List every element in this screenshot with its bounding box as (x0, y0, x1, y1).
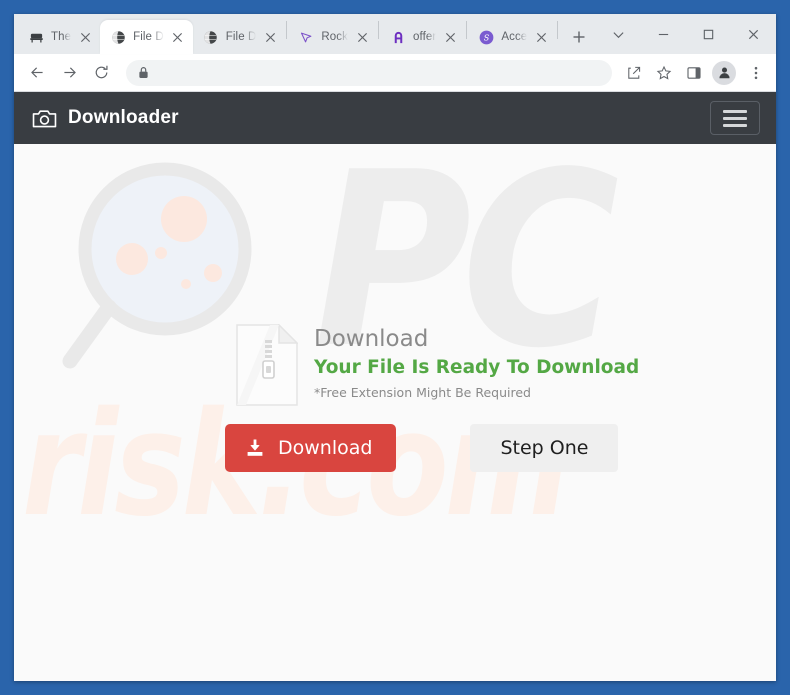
lock-icon (138, 66, 149, 79)
arrow-left-icon[interactable] (22, 58, 52, 88)
maximize-icon[interactable] (686, 14, 731, 54)
tab-title: File D (225, 31, 257, 43)
new-tab-button[interactable] (565, 23, 593, 51)
tab-close-icon[interactable] (442, 29, 458, 45)
browser-tab-3[interactable]: File D (193, 20, 286, 54)
tab-search-chevron-down-icon[interactable] (596, 14, 641, 54)
letter-a-icon (390, 29, 406, 45)
zip-file-icon (236, 323, 299, 406)
arrow-right-icon[interactable] (54, 58, 84, 88)
globe-icon (203, 29, 219, 45)
close-icon[interactable] (731, 14, 776, 54)
browser-tab-2[interactable]: File D (100, 20, 193, 54)
download-icon (245, 438, 265, 458)
tab-separator (378, 21, 380, 39)
person-icon[interactable] (712, 60, 736, 85)
tab-close-icon[interactable] (533, 29, 549, 45)
button-row: Download Step One (225, 424, 619, 472)
side-panel-icon[interactable] (680, 59, 708, 87)
browser-tab-5[interactable]: offer (380, 20, 465, 54)
download-title: Download (314, 326, 429, 352)
share-icon[interactable] (620, 59, 648, 87)
minimize-icon[interactable] (641, 14, 686, 54)
download-card: Download Your File Is Ready To Download … (236, 323, 639, 406)
window-controls (596, 14, 776, 54)
svg-text:S: S (484, 32, 490, 42)
step-one-button[interactable]: Step One (470, 424, 619, 472)
page-content: Download Your File Is Ready To Download … (14, 144, 776, 681)
download-ready-text: Your File Is Ready To Download (314, 357, 640, 379)
cursor-icon (298, 29, 314, 45)
brand-name: Downloader (68, 107, 179, 128)
star-icon[interactable] (650, 59, 678, 87)
tab-close-icon[interactable] (77, 29, 93, 45)
browser-tab-4[interactable]: Rock (288, 20, 377, 54)
letter-s-circle-icon: S (478, 29, 494, 45)
tab-title: Rock (321, 31, 349, 43)
browser-tab-6[interactable]: S Acce (468, 20, 556, 54)
hamburger-icon[interactable] (710, 101, 760, 135)
tab-separator (286, 21, 288, 39)
browser-window: The File D File D Rock offer S Acce Down… (14, 14, 776, 681)
tab-close-icon[interactable] (170, 29, 186, 45)
tab-close-icon[interactable] (354, 29, 370, 45)
tab-title: File D (133, 31, 164, 43)
reload-icon[interactable] (86, 58, 116, 88)
camera-icon (32, 108, 57, 129)
download-texts: Download Your File Is Ready To Download … (314, 324, 639, 400)
browser-tab-1[interactable]: The (18, 20, 100, 54)
download-button-label: Download (278, 437, 373, 459)
address-bar[interactable] (126, 59, 612, 86)
site-header: Downloader (14, 92, 776, 144)
brand[interactable]: Downloader (32, 107, 179, 129)
tab-title: The (51, 31, 72, 43)
three-dots-icon[interactable] (742, 59, 770, 87)
bench-icon (28, 29, 44, 45)
tab-separator (557, 21, 559, 39)
page-viewport: Downloader PC risk.com (14, 92, 776, 681)
tab-close-icon[interactable] (262, 29, 278, 45)
tab-title: Acce (501, 31, 528, 43)
tab-strip: The File D File D Rock offer S Acce (14, 14, 776, 54)
download-button[interactable]: Download (225, 424, 397, 472)
tab-separator (466, 21, 468, 39)
browser-toolbar (14, 54, 776, 92)
globe-icon (110, 29, 126, 45)
download-note: *Free Extension Might Be Required (314, 384, 531, 400)
tab-title: offer (413, 31, 437, 43)
